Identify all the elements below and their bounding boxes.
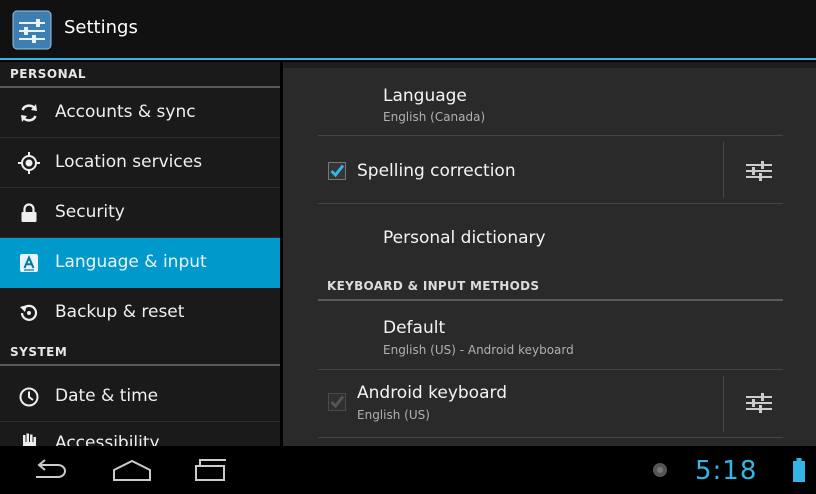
hand-icon <box>18 432 40 446</box>
sidebar-item-label: Security <box>55 202 125 222</box>
sidebar-item-label: Accounts & sync <box>55 102 196 122</box>
sidebar-item-label: Accessibility <box>55 433 160 446</box>
default-title: Default <box>383 318 446 338</box>
section-header-system: SYSTEM <box>0 340 280 366</box>
status-clock: 5:18 <box>695 456 758 486</box>
settings-sliders-icon <box>744 393 774 420</box>
row-divider <box>318 437 783 438</box>
sidebar-item-backup-reset[interactable]: Backup & reset <box>0 288 280 338</box>
sidebar-item-location-services[interactable]: Location services <box>0 138 280 188</box>
spelling-correction-checkbox[interactable] <box>328 162 346 180</box>
location-icon <box>18 152 40 174</box>
sidebar-item-security[interactable]: Security <box>0 188 280 238</box>
spelling-correction-title: Spelling correction <box>357 161 516 181</box>
vertical-divider <box>723 376 724 432</box>
home-button[interactable] <box>110 456 154 484</box>
settings-sliders-icon <box>744 161 774 188</box>
category-divider <box>318 299 783 301</box>
app-title: Settings <box>64 17 138 38</box>
action-bar-divider <box>0 58 816 60</box>
sidebar-item-label: Location services <box>55 152 203 172</box>
settings-app-icon[interactable] <box>12 10 52 50</box>
language-input-detail: Language English (Canada) Spelling corre… <box>283 62 816 446</box>
settings-category-list: PERSONAL Accounts & sync Location servic… <box>0 62 280 446</box>
back-button[interactable] <box>30 456 70 484</box>
section-header-personal: PERSONAL <box>0 62 280 88</box>
language-icon <box>18 252 40 274</box>
keyboard-input-methods-header: KEYBOARD & INPUT METHODS <box>327 279 540 293</box>
android-keyboard-title: Android keyboard <box>357 383 507 403</box>
sidebar-item-accessibility[interactable]: Accessibility <box>0 422 280 446</box>
sync-icon <box>18 102 40 124</box>
vertical-divider <box>723 142 724 198</box>
sidebar-item-date-time[interactable]: Date & time <box>0 372 280 422</box>
android-keyboard-settings-button[interactable] <box>744 390 774 416</box>
spelling-settings-button[interactable] <box>744 158 774 184</box>
personal-dictionary-title: Personal dictionary <box>383 228 546 248</box>
android-keyboard-row[interactable] <box>318 370 723 436</box>
recent-apps-icon <box>192 459 232 488</box>
back-icon <box>30 459 70 488</box>
clock-icon <box>18 386 40 408</box>
sidebar-item-label: Language & input <box>55 252 207 272</box>
backup-icon <box>18 302 40 324</box>
action-bar: Settings <box>0 0 816 60</box>
sidebar-item-language-input[interactable]: Language & input <box>0 238 280 288</box>
recent-apps-button[interactable] <box>192 456 232 484</box>
language-title: Language <box>383 86 467 106</box>
detail-top-shade <box>283 62 816 68</box>
android-keyboard-summary: English (US) <box>357 408 430 422</box>
default-summary: English (US) - Android keyboard <box>383 343 574 357</box>
battery-icon <box>793 458 805 482</box>
android-keyboard-checkbox[interactable] <box>328 393 346 411</box>
home-icon <box>110 459 154 488</box>
sidebar-item-label: Date & time <box>55 386 159 406</box>
language-summary: English (Canada) <box>383 110 486 124</box>
sidebar-item-label: Backup & reset <box>55 302 185 322</box>
notification-icon[interactable] <box>652 462 668 478</box>
system-navigation-bar <box>0 446 816 494</box>
sidebar-item-accounts-sync[interactable]: Accounts & sync <box>0 88 280 138</box>
lock-icon <box>18 202 40 224</box>
